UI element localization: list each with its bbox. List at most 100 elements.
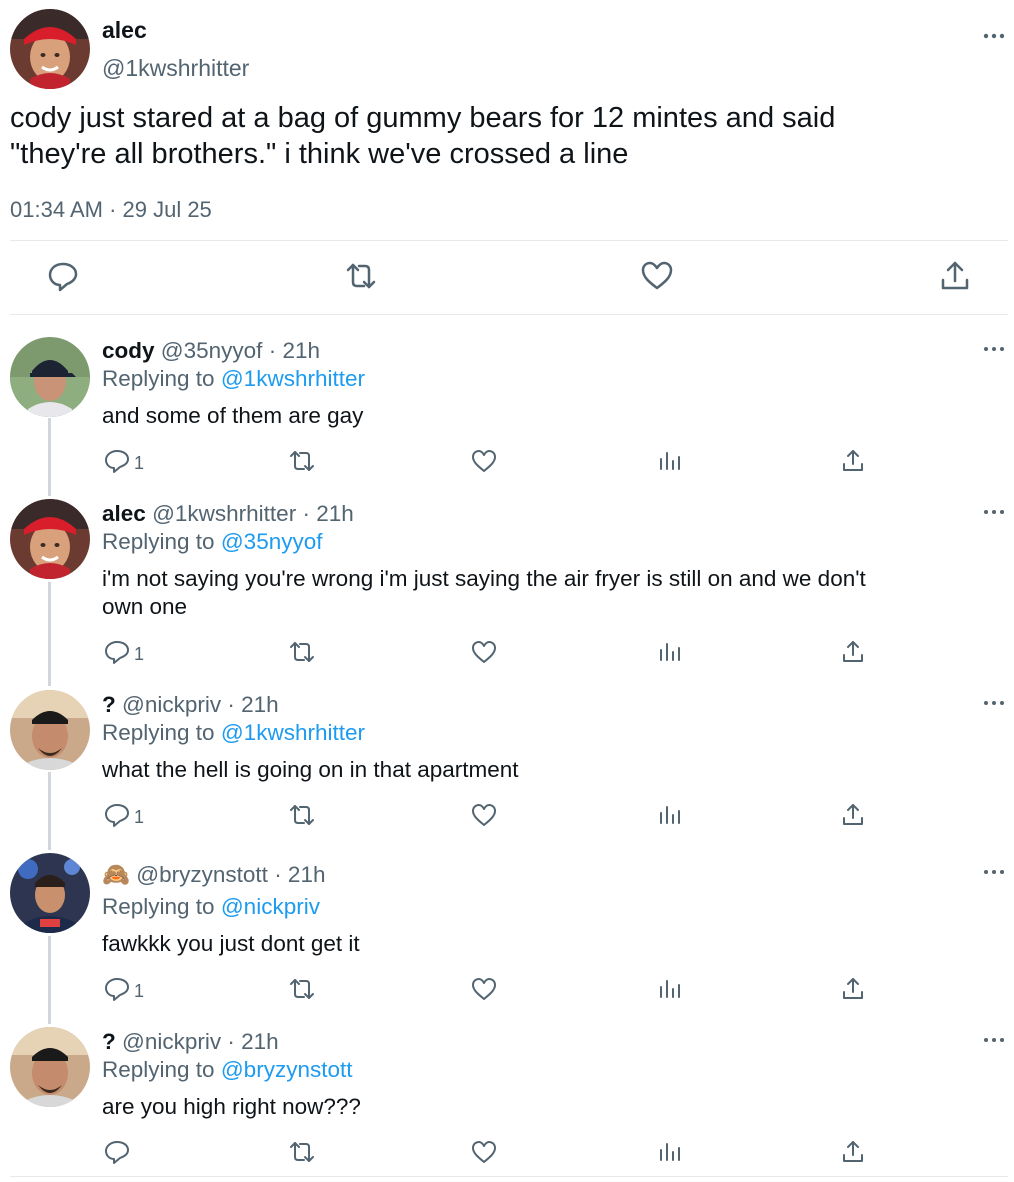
reply-text-line: and some of them are gay	[102, 403, 364, 428]
analytics-icon[interactable]	[656, 1138, 684, 1166]
reply-avatar[interactable]	[10, 853, 90, 933]
reply-avatar[interactable]	[10, 499, 90, 579]
reply-author-handle[interactable]: @nickpriv	[122, 1029, 221, 1054]
replying-to-label: Replying to	[102, 894, 215, 919]
reply-count: 1	[134, 981, 145, 1001]
reply-icon[interactable]	[103, 801, 131, 829]
reply-text: fawkkk you just dont get it	[102, 930, 992, 958]
replying-to: Replying to @nickpriv	[102, 893, 320, 921]
reply-author-handle[interactable]: @nickpriv	[122, 692, 221, 717]
retweet-icon[interactable]	[343, 258, 379, 294]
replying-to-link[interactable]: @1kwshrhitter	[221, 720, 365, 745]
retweet-icon[interactable]	[288, 975, 316, 1003]
like-icon[interactable]	[470, 975, 498, 1003]
main-author-avatar[interactable]	[10, 9, 90, 89]
replying-to-link[interactable]: @35nyyof	[221, 529, 323, 554]
like-icon[interactable]	[470, 801, 498, 829]
share-icon[interactable]	[839, 975, 867, 1003]
reply-time[interactable]: · 21h	[274, 862, 325, 887]
retweet-icon[interactable]	[288, 801, 316, 829]
replying-to: Replying to @35nyyof	[102, 528, 323, 556]
more-options-icon[interactable]	[982, 697, 1006, 709]
reply-icon[interactable]	[103, 975, 131, 1003]
reply-icon[interactable]	[103, 1138, 131, 1166]
reply-icon[interactable]	[45, 258, 81, 294]
replying-to-label: Replying to	[102, 366, 215, 391]
main-tweet-timestamp[interactable]: 01:34 AM · 29 Jul 25	[10, 196, 212, 224]
reply-avatar[interactable]	[10, 337, 90, 417]
reply-time[interactable]: · 21h	[302, 501, 353, 526]
analytics-icon[interactable]	[656, 975, 684, 1003]
like-icon[interactable]	[639, 258, 675, 294]
like-icon[interactable]	[470, 638, 498, 666]
replying-to-link[interactable]: @nickpriv	[221, 894, 320, 919]
reply-text-line: fawkkk you just dont get it	[102, 931, 360, 956]
replying-to-label: Replying to	[102, 1057, 215, 1082]
more-options-icon[interactable]	[982, 343, 1006, 355]
reply-author-handle[interactable]: @35nyyof	[161, 338, 263, 363]
more-options-icon[interactable]	[982, 506, 1006, 518]
like-icon[interactable]	[470, 447, 498, 475]
share-icon[interactable]	[937, 258, 973, 294]
share-icon[interactable]	[839, 1138, 867, 1166]
replying-to-label: Replying to	[102, 720, 215, 745]
reply-time[interactable]: · 21h	[227, 692, 278, 717]
reply-text-line: what the hell is going on in that apartm…	[102, 757, 519, 782]
main-tweet-text-line: cody just stared at a bag of gummy bears…	[10, 102, 836, 134]
reply-header: cody @35nyyof · 21h	[102, 337, 320, 365]
replying-to-link[interactable]: @1kwshrhitter	[221, 366, 365, 391]
reply-author-handle[interactable]: @bryzynstott	[136, 862, 268, 887]
replying-to: Replying to @1kwshrhitter	[102, 719, 365, 747]
reply-author-handle[interactable]: @1kwshrhitter	[152, 501, 296, 526]
reply-author-name[interactable]: cody	[102, 338, 155, 363]
reply-text-line: own one	[102, 594, 188, 619]
replying-to-label: Replying to	[102, 529, 215, 554]
reply-count: 1	[134, 807, 145, 827]
retweet-icon[interactable]	[288, 1138, 316, 1166]
reply-icon[interactable]	[103, 447, 131, 475]
main-author-name[interactable]: alec	[102, 15, 147, 45]
reply-header: ? @nickpriv · 21h	[102, 691, 279, 719]
reply-icon[interactable]	[103, 638, 131, 666]
reply-text: what the hell is going on in that apartm…	[102, 756, 992, 784]
reply-author-name[interactable]: ?	[102, 1029, 116, 1054]
retweet-icon[interactable]	[288, 638, 316, 666]
share-icon[interactable]	[839, 447, 867, 475]
more-options-icon[interactable]	[982, 30, 1006, 42]
share-icon[interactable]	[839, 638, 867, 666]
analytics-icon[interactable]	[656, 801, 684, 829]
main-author-handle[interactable]: @1kwshrhitter	[102, 53, 249, 83]
more-options-icon[interactable]	[982, 1034, 1006, 1046]
reply-count: 1	[134, 644, 145, 664]
analytics-icon[interactable]	[656, 638, 684, 666]
replying-to: Replying to @1kwshrhitter	[102, 365, 365, 393]
share-icon[interactable]	[839, 801, 867, 829]
thread-line	[48, 582, 51, 686]
reply-text: are you high right now???	[102, 1093, 992, 1121]
reply-text: and some of them are gay	[102, 402, 992, 430]
analytics-icon[interactable]	[656, 447, 684, 475]
reply-text: i'm not saying you're wrong i'm just say…	[102, 565, 992, 621]
main-tweet-text-line: "they're all brothers." i think we've cr…	[10, 138, 629, 170]
thread-line	[48, 772, 51, 850]
reply-author-name[interactable]: ?	[102, 692, 116, 717]
retweet-icon[interactable]	[288, 447, 316, 475]
thread-line	[48, 936, 51, 1024]
reply-time[interactable]: · 21h	[269, 338, 320, 363]
reply-header: 🙈 @bryzynstott · 21h	[102, 861, 325, 889]
reply-avatar[interactable]	[10, 690, 90, 770]
replying-to-link[interactable]: @bryzynstott	[221, 1057, 353, 1082]
more-options-icon[interactable]	[982, 866, 1006, 878]
reply-header: alec @1kwshrhitter · 21h	[102, 500, 354, 528]
thread-line	[48, 418, 51, 496]
reply-text-line: i'm not saying you're wrong i'm just say…	[102, 566, 866, 591]
reply-author-name[interactable]: 🙈	[102, 862, 130, 887]
like-icon[interactable]	[470, 1138, 498, 1166]
main-tweet-text: cody just stared at a bag of gummy bears…	[10, 100, 1000, 172]
divider	[10, 314, 1008, 315]
reply-text-line: are you high right now???	[102, 1094, 361, 1119]
reply-author-name[interactable]: alec	[102, 501, 146, 526]
reply-avatar[interactable]	[10, 1027, 90, 1107]
reply-time[interactable]: · 21h	[227, 1029, 278, 1054]
divider	[10, 1176, 1008, 1177]
